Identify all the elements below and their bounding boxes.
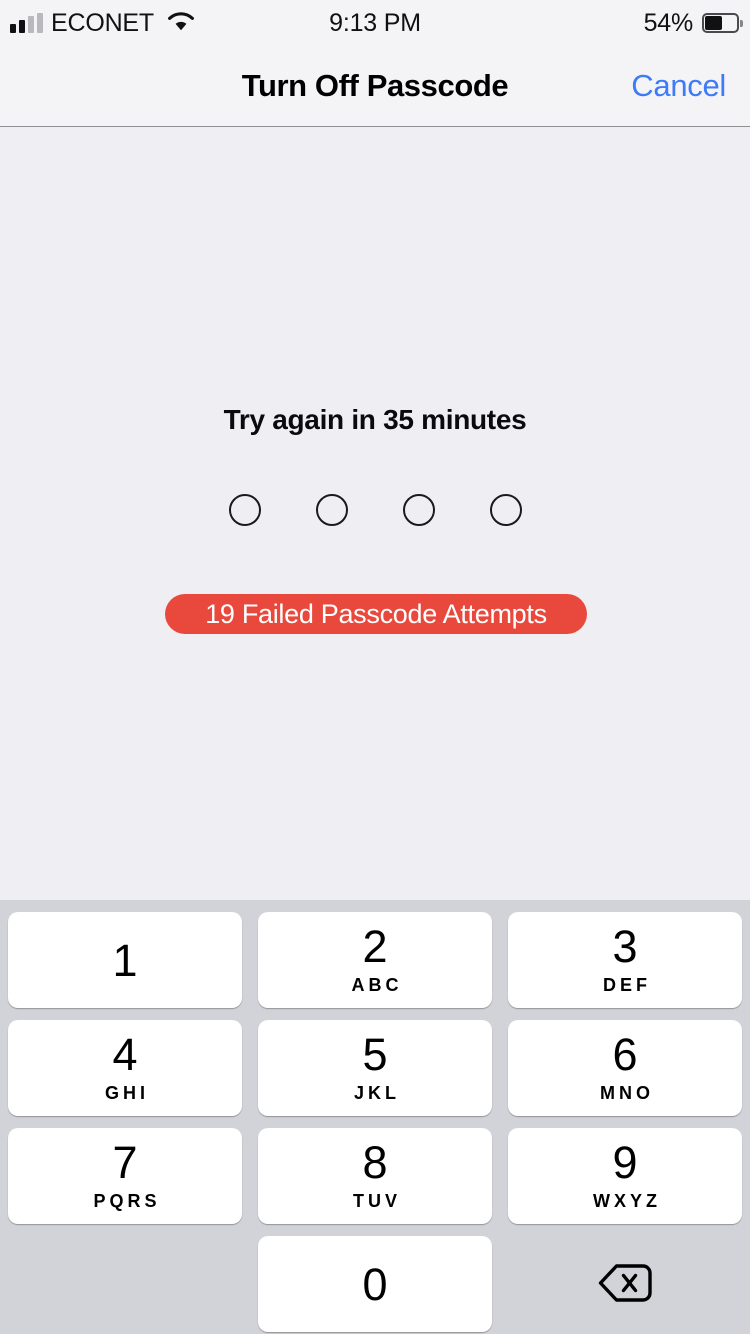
- keypad-key-digit: 1: [112, 934, 138, 986]
- keypad-key-digit: 7: [112, 1137, 138, 1188]
- keypad-key-slot: 3 DEF: [500, 912, 750, 1008]
- keypad-key-digit: 8: [362, 1137, 388, 1188]
- status-bar: ECONET 9:13 PM 54%: [0, 0, 750, 46]
- cancel-button[interactable]: Cancel: [631, 46, 726, 126]
- keypad-key-digit: 4: [112, 1029, 138, 1080]
- keypad-key-letters: TUV: [353, 1191, 401, 1211]
- keypad-key-letters: WXYZ: [593, 1191, 661, 1211]
- passcode-dot: [228, 494, 261, 526]
- keypad-key-digit: 6: [612, 1029, 638, 1080]
- passcode-screen: ECONET 9:13 PM 54% Turn Off Passcode Can…: [0, 0, 750, 1334]
- keypad-key-letters: ABC: [351, 975, 403, 995]
- keypad-key-3[interactable]: 3 DEF: [508, 912, 742, 1008]
- keypad-key-slot: 2 ABC: [250, 912, 500, 1008]
- keypad-row: 0: [0, 1236, 750, 1332]
- passcode-dot: [402, 494, 435, 526]
- keypad-key-digit: 3: [612, 921, 638, 972]
- keypad-row: 7 PQRS 8 TUV 9 WXYZ: [0, 1128, 750, 1224]
- passcode-dots: [0, 494, 750, 526]
- keypad-key-letters: DEF: [603, 975, 651, 995]
- keypad-key-2[interactable]: 2 ABC: [258, 912, 492, 1008]
- keypad-key-1[interactable]: 1: [8, 912, 242, 1008]
- keypad-key-letters: GHI: [104, 1083, 149, 1103]
- keypad-key-digit: 0: [362, 1258, 388, 1310]
- backspace-delete-icon: [597, 1262, 653, 1307]
- status-bar-right: 54%: [643, 0, 743, 46]
- backspace-delete-button[interactable]: [508, 1236, 742, 1332]
- passcode-content-area: Try again in 35 minutes 19 Failed Passco…: [0, 128, 750, 900]
- battery-icon: [702, 13, 743, 33]
- keypad-key-letters: PQRS: [93, 1191, 161, 1211]
- keypad-key-slot: 5 JKL: [250, 1020, 500, 1116]
- failed-attempts-badge: 19 Failed Passcode Attempts: [165, 594, 587, 634]
- status-bar-clock: 9:13 PM: [329, 8, 421, 37]
- keypad-key-slot: 8 TUV: [250, 1128, 500, 1224]
- keypad-key-slot: 4 GHI: [0, 1020, 250, 1116]
- keypad-key-digit: 2: [362, 921, 388, 972]
- keypad-key-5[interactable]: 5 JKL: [258, 1020, 492, 1116]
- keypad-key-letters: MNO: [600, 1083, 654, 1103]
- keypad-key-6[interactable]: 6 MNO: [508, 1020, 742, 1116]
- keypad-key-0[interactable]: 0: [258, 1236, 492, 1332]
- passcode-dot: [315, 494, 348, 526]
- keypad-key-slot: 9 WXYZ: [500, 1128, 750, 1224]
- numeric-keypad: 1 2 ABC 3 DEF 4 GHI 5 JKL 6 MNO 7 PQRS 8 TUV 9 WXYZ 0: [0, 900, 750, 1334]
- battery-percent-label: 54%: [643, 8, 694, 37]
- try-again-message: Try again in 35 minutes: [223, 404, 527, 435]
- keypad-key-7[interactable]: 7 PQRS: [8, 1128, 242, 1224]
- keypad-key-8[interactable]: 8 TUV: [258, 1128, 492, 1224]
- keypad-delete-slot: [500, 1236, 750, 1332]
- keypad-key-9[interactable]: 9 WXYZ: [508, 1128, 742, 1224]
- keypad-key-slot: 6 MNO: [500, 1020, 750, 1116]
- keypad-key-letters: JKL: [353, 1083, 400, 1103]
- keypad-row: 4 GHI 5 JKL 6 MNO: [0, 1020, 750, 1116]
- keypad-key-digit: 9: [612, 1137, 638, 1188]
- keypad-key-digit: 5: [362, 1029, 388, 1080]
- keypad-key-slot: 1: [0, 912, 250, 1008]
- passcode-dot: [489, 494, 522, 526]
- keypad-key-slot: 7 PQRS: [0, 1128, 250, 1224]
- navigation-bar: Turn Off Passcode Cancel: [0, 46, 750, 127]
- keypad-row: 1 2 ABC 3 DEF: [0, 912, 750, 1008]
- keypad-key-4[interactable]: 4 GHI: [8, 1020, 242, 1116]
- keypad-key-slot: 0: [250, 1236, 500, 1332]
